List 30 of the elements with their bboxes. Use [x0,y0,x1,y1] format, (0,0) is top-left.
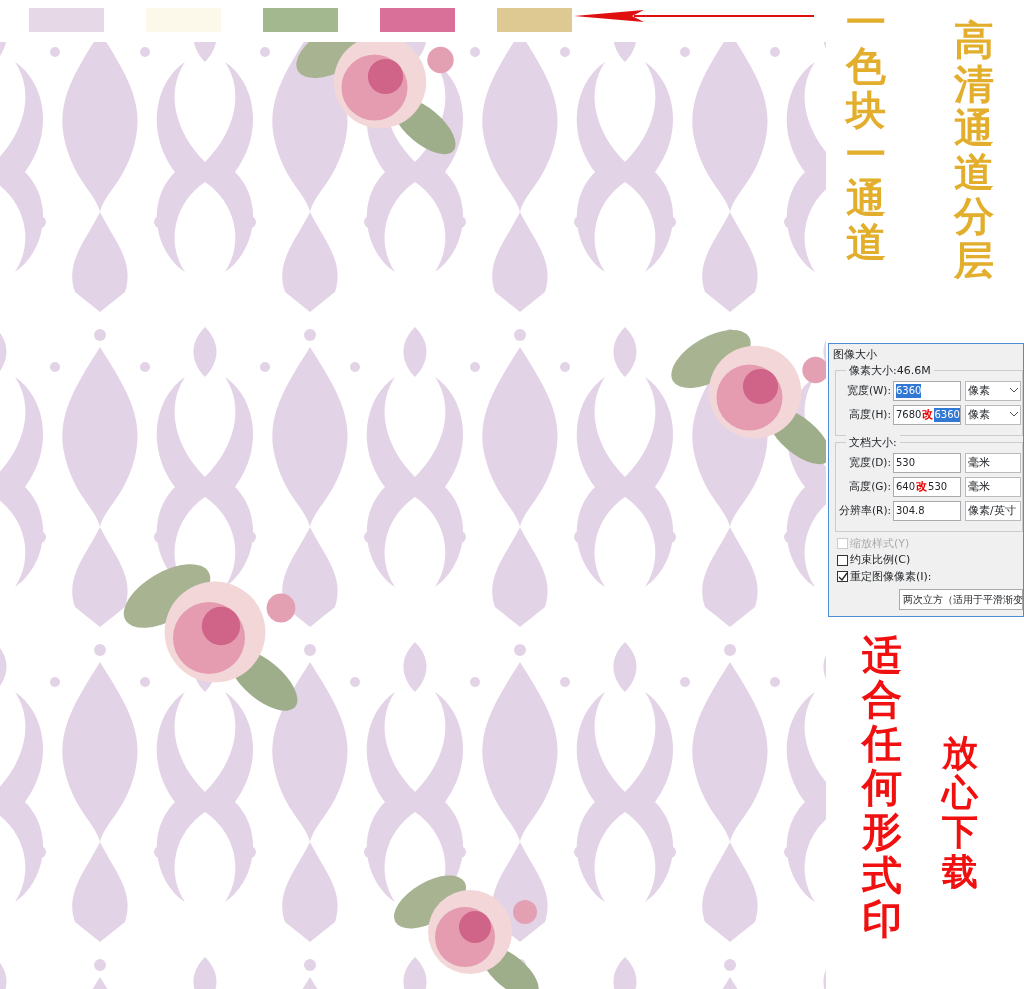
slogan-text: 一色块一通道 [846,0,886,267]
dialog-title: 图像大小 [832,347,878,363]
field-label: 宽度(W): [845,382,892,398]
unit-dropdown[interactable]: 毫米 [965,476,1021,497]
input-field[interactable]: 6360 [893,380,961,401]
group-title: 像素大小:46.6M [846,362,934,379]
input-field[interactable]: 530 [893,452,961,473]
field-label: 宽度(D): [848,454,892,470]
checkbox-label: 缩放样式(Y) [850,535,910,552]
caret-icon [1010,412,1018,417]
checkbox[interactable] [837,554,848,566]
field-label: 分辨率(R): [839,502,893,518]
unit-dropdown[interactable]: 毫米 [965,452,1021,473]
input-field[interactable]: 304.8 [893,500,961,521]
caret-icon [1010,388,1018,393]
unit-dropdown[interactable]: 像素/英寸 [965,500,1021,521]
input-field[interactable]: 7680改6360 [893,404,961,425]
slogan-text: 适合任何形式印 [862,633,902,941]
slogan-text: 高清通道分层 [954,18,994,285]
checkbox-label: 约束比例(C) [850,552,911,568]
slogan-text: 放心下载 [942,733,978,894]
unit-dropdown[interactable]: 像素 [965,380,1021,401]
field-label: 高度(G): [848,478,892,494]
input-field[interactable]: 640改530 [893,476,961,497]
checkbox-label: 重定图像像素(I): [850,568,932,585]
unit-dropdown[interactable]: 像素 [965,404,1021,425]
field-label: 高度(H): [848,406,892,422]
checkbox[interactable] [837,571,848,583]
resample-dropdown[interactable]: 两次立方（适用于平滑渐变 [899,589,1023,610]
group-title: 文档大小: [846,434,900,451]
